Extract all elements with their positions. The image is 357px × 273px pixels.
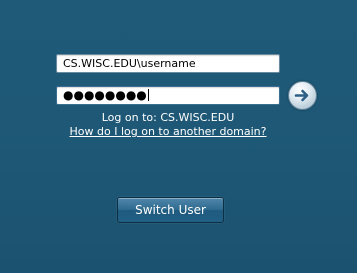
username-field[interactable]: CS.WISC.EDU\username [56, 54, 280, 73]
other-domain-link[interactable]: How do I log on to another domain? [56, 125, 280, 139]
switch-user-button[interactable]: Switch User [117, 197, 224, 223]
logon-screen: CS.WISC.EDU\username ●●●●●●●● Log on to:… [0, 0, 357, 273]
password-field[interactable]: ●●●●●●●● [56, 86, 280, 105]
username-value: CS.WISC.EDU\username [63, 57, 196, 70]
password-mask: ●●●●●●●● [63, 88, 147, 102]
submit-arrow-button[interactable] [288, 81, 317, 110]
logon-domain-text: Log on to: CS.WISC.EDU [101, 111, 235, 124]
text-caret [147, 89, 149, 101]
right-arrow-icon [294, 89, 309, 102]
